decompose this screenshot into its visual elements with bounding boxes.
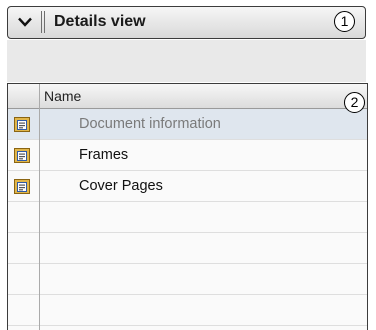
- table-header: Name: [8, 84, 367, 109]
- table-row-empty: [8, 264, 367, 295]
- separator: [44, 11, 45, 33]
- collapse-button[interactable]: [8, 7, 41, 37]
- folder-document-icon: [14, 148, 30, 163]
- row-label: Cover Pages: [79, 178, 163, 194]
- column-divider: [39, 84, 40, 330]
- table-row[interactable]: Document information: [8, 109, 367, 140]
- row-label: Frames: [79, 147, 129, 163]
- panel-title: Details view: [54, 13, 146, 30]
- chevron-down-icon: [17, 17, 32, 27]
- table-row-empty: [8, 295, 367, 326]
- panel-gap: [7, 40, 366, 82]
- table-row[interactable]: Cover Pages: [8, 171, 367, 202]
- separator: [41, 11, 42, 33]
- table-row-empty: [8, 202, 367, 233]
- details-view-header: Details view: [7, 6, 366, 39]
- table-row-empty: [8, 233, 367, 264]
- callout-badge-1: 1: [334, 11, 355, 32]
- table-rows: Document information Frames Cover Pages: [8, 109, 367, 326]
- column-header-name[interactable]: Name: [44, 84, 81, 108]
- folder-document-icon: [14, 117, 30, 132]
- table-row[interactable]: Frames: [8, 140, 367, 171]
- callout-badge-2: 2: [344, 92, 365, 113]
- row-label: Document information: [79, 116, 221, 132]
- details-table: Name Document information Frames Cover P…: [7, 83, 368, 330]
- folder-document-icon: [14, 179, 30, 194]
